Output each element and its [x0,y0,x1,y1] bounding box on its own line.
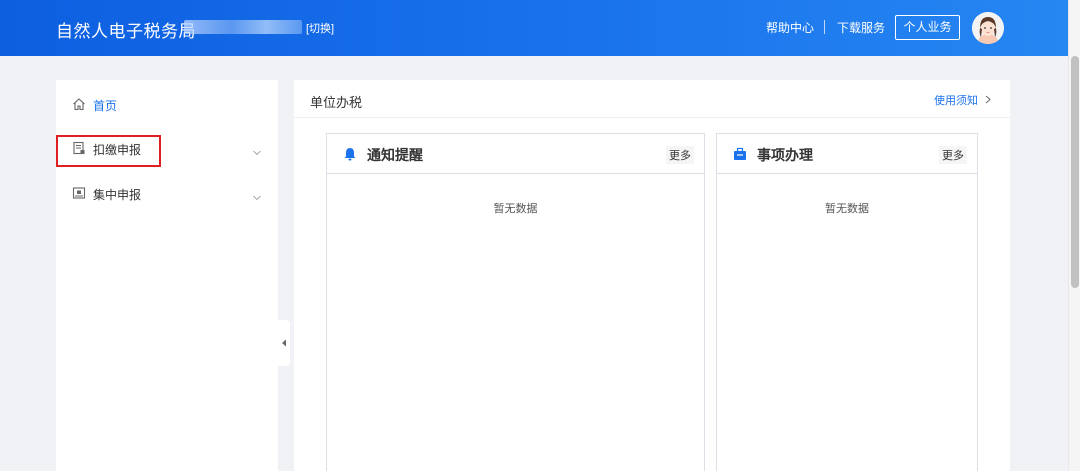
personal-business-button[interactable]: 个人业务 [895,15,960,40]
app-title: 自然人电子税务局 [56,22,196,41]
sidebar-item-label: 集中申报 [93,188,142,202]
sidebar-item-home[interactable]: 首页 [56,82,278,126]
chevron-down-icon [253,143,261,156]
highlight-box [56,135,161,167]
switch-link[interactable]: [切换] [306,20,334,36]
card-title: 通知提醒 [367,147,423,163]
blurred-taxpayer-name [184,20,302,34]
doc-icon [72,186,86,200]
sidebar: 首页 扣缴申报 集中申报 [56,80,278,471]
title-divider [294,117,1010,118]
more-link[interactable]: 更多 [939,146,967,164]
main-panel: 单位办税 使用须知 通知提醒 更多 暂无数据 事项办理 更多 暂无数据 [294,80,1010,471]
scrollbar-thumb[interactable] [1071,56,1079,288]
avatar-icon [972,12,1004,44]
page-scrollbar[interactable] [1068,0,1080,471]
empty-state-text: 暂无数据 [825,203,869,215]
card-header: 通知提醒 更多 [327,134,704,174]
empty-state-text: 暂无数据 [493,203,538,215]
page-title: 单位办税 [310,95,363,110]
sidebar-item-label: 首页 [93,99,118,113]
chevron-right-icon [985,95,991,104]
caret-left-icon [282,339,286,347]
avatar[interactable] [972,12,1004,44]
help-center-link[interactable]: 帮助中心 [766,19,814,36]
download-service-link[interactable]: 下载服务 [837,19,885,36]
sidebar-collapse-handle[interactable] [278,320,290,366]
chevron-down-icon [253,188,261,201]
usage-notice-link[interactable]: 使用须知 [934,92,978,108]
briefcase-icon [733,147,747,166]
sidebar-item-centralized-declaration[interactable]: 集中申报 [56,171,278,215]
header-divider [824,20,825,34]
card-title: 事项办理 [757,147,813,163]
bell-icon [343,147,357,166]
matters-card: 事项办理 更多 暂无数据 [716,133,978,471]
notification-card: 通知提醒 更多 暂无数据 [326,133,705,471]
more-link[interactable]: 更多 [666,146,694,164]
top-header: 自然人电子税务局 [切换] 帮助中心 下载服务 个人业务 [0,0,1080,56]
home-icon [72,97,86,111]
card-header: 事项办理 更多 [717,134,977,174]
